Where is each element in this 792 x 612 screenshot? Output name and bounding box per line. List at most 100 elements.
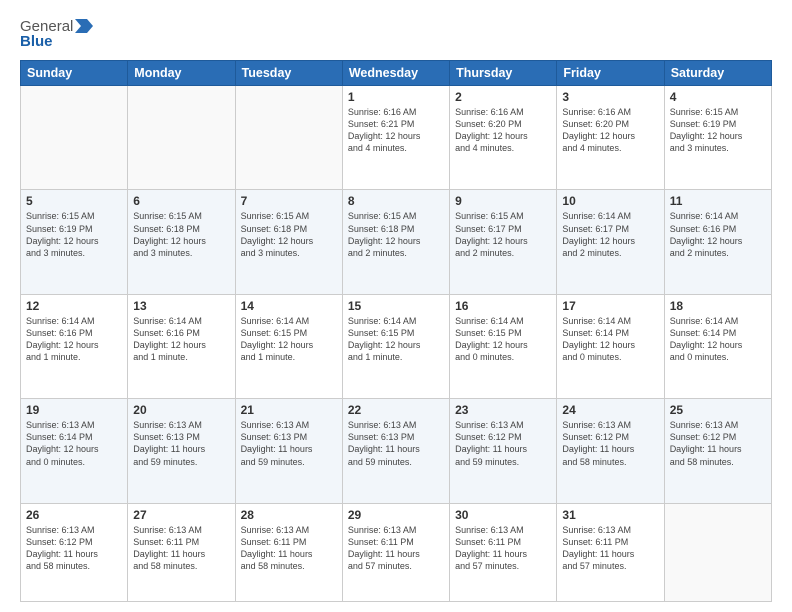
day-number: 5 — [26, 194, 122, 208]
day-number: 23 — [455, 403, 551, 417]
logo: General Blue — [20, 18, 93, 50]
header-saturday: Saturday — [664, 61, 771, 86]
day-info: Sunrise: 6:14 AM Sunset: 6:16 PM Dayligh… — [26, 315, 122, 364]
day-info: Sunrise: 6:14 AM Sunset: 6:15 PM Dayligh… — [455, 315, 551, 364]
day-number: 16 — [455, 299, 551, 313]
day-info: Sunrise: 6:13 AM Sunset: 6:11 PM Dayligh… — [562, 524, 658, 573]
day-info: Sunrise: 6:15 AM Sunset: 6:18 PM Dayligh… — [133, 210, 229, 259]
day-number: 9 — [455, 194, 551, 208]
day-number: 24 — [562, 403, 658, 417]
cell-w5-d5: 30Sunrise: 6:13 AM Sunset: 6:11 PM Dayli… — [450, 503, 557, 602]
cell-w2-d3: 7Sunrise: 6:15 AM Sunset: 6:18 PM Daylig… — [235, 190, 342, 294]
cell-w2-d4: 8 Sunrise: 6:15 AM Sunset: 6:18 PM Daylig… — [342, 190, 449, 294]
day-number: 2 — [455, 90, 551, 104]
cell-w1-d3 — [235, 86, 342, 190]
day-number: 15 — [348, 299, 444, 313]
day-info: Sunrise: 6:14 AM Sunset: 6:17 PM Dayligh… — [562, 210, 658, 259]
day-info: Sunrise: 6:13 AM Sunset: 6:12 PM Dayligh… — [455, 419, 551, 468]
cell-w3-d6: 17 Sunrise: 6:14 AM Sunset: 6:14 PM Dayli… — [557, 294, 664, 398]
logo-blue-text: Blue — [20, 33, 53, 50]
logo-arrow-icon — [75, 17, 93, 35]
day-number: 12 — [26, 299, 122, 313]
day-info: Sunrise: 6:14 AM Sunset: 6:14 PM Dayligh… — [562, 315, 658, 364]
calendar-table: SundayMondayTuesdayWednesdayThursdayFrid… — [20, 60, 772, 602]
day-number: 19 — [26, 403, 122, 417]
cell-w1-d2 — [128, 86, 235, 190]
day-info: Sunrise: 6:13 AM Sunset: 6:12 PM Dayligh… — [26, 524, 122, 573]
day-info: Sunrise: 6:14 AM Sunset: 6:15 PM Dayligh… — [348, 315, 444, 364]
day-info: Sunrise: 6:13 AM Sunset: 6:13 PM Dayligh… — [241, 419, 337, 468]
cell-w4-d3: 21 Sunrise: 6:13 AM Sunset: 6:13 PM Dayli… — [235, 399, 342, 503]
day-number: 3 — [562, 90, 658, 104]
week-row-3: 12 Sunrise: 6:14 AM Sunset: 6:16 PM Dayli… — [21, 294, 772, 398]
page: General Blue SundayMondayTuesdayWednesda… — [0, 0, 792, 612]
cell-w2-d1: 5 Sunrise: 6:15 AM Sunset: 6:19 PM Daylig… — [21, 190, 128, 294]
day-info: Sunrise: 6:14 AM Sunset: 6:16 PM Dayligh… — [133, 315, 229, 364]
cell-w3-d2: 13 Sunrise: 6:14 AM Sunset: 6:16 PM Dayli… — [128, 294, 235, 398]
cell-w1-d6: 3 Sunrise: 6:16 AM Sunset: 6:20 PM Daylig… — [557, 86, 664, 190]
header-sunday: Sunday — [21, 61, 128, 86]
cell-w5-d7 — [664, 503, 771, 602]
cell-w1-d5: 2 Sunrise: 6:16 AM Sunset: 6:20 PM Daylig… — [450, 86, 557, 190]
cell-w5-d2: 27 Sunrise: 6:13 AM Sunset: 6:11 PM Dayli… — [128, 503, 235, 602]
header-monday: Monday — [128, 61, 235, 86]
cell-w1-d7: 4 Sunrise: 6:15 AM Sunset: 6:19 PM Daylig… — [664, 86, 771, 190]
cell-w4-d1: 19Sunrise: 6:13 AM Sunset: 6:14 PM Dayli… — [21, 399, 128, 503]
header-wednesday: Wednesday — [342, 61, 449, 86]
week-row-5: 26 Sunrise: 6:13 AM Sunset: 6:12 PM Dayli… — [21, 503, 772, 602]
cell-w5-d3: 28Sunrise: 6:13 AM Sunset: 6:11 PM Dayli… — [235, 503, 342, 602]
day-info: Sunrise: 6:15 AM Sunset: 6:19 PM Dayligh… — [670, 106, 766, 155]
cell-w5-d4: 29 Sunrise: 6:13 AM Sunset: 6:11 PM Dayli… — [342, 503, 449, 602]
day-info: Sunrise: 6:15 AM Sunset: 6:19 PM Dayligh… — [26, 210, 122, 259]
week-row-4: 19Sunrise: 6:13 AM Sunset: 6:14 PM Dayli… — [21, 399, 772, 503]
cell-w5-d1: 26 Sunrise: 6:13 AM Sunset: 6:12 PM Dayli… — [21, 503, 128, 602]
day-number: 21 — [241, 403, 337, 417]
cell-w4-d6: 24 Sunrise: 6:13 AM Sunset: 6:12 PM Dayli… — [557, 399, 664, 503]
header-thursday: Thursday — [450, 61, 557, 86]
cell-w4-d2: 20Sunrise: 6:13 AM Sunset: 6:13 PM Dayli… — [128, 399, 235, 503]
day-number: 10 — [562, 194, 658, 208]
day-number: 26 — [26, 508, 122, 522]
day-number: 7 — [241, 194, 337, 208]
cell-w3-d5: 16 Sunrise: 6:14 AM Sunset: 6:15 PM Dayli… — [450, 294, 557, 398]
day-number: 20 — [133, 403, 229, 417]
day-number: 30 — [455, 508, 551, 522]
day-number: 29 — [348, 508, 444, 522]
header-friday: Friday — [557, 61, 664, 86]
day-number: 8 — [348, 194, 444, 208]
cell-w3-d1: 12 Sunrise: 6:14 AM Sunset: 6:16 PM Dayli… — [21, 294, 128, 398]
cell-w5-d6: 31Sunrise: 6:13 AM Sunset: 6:11 PM Dayli… — [557, 503, 664, 602]
day-number: 1 — [348, 90, 444, 104]
week-row-2: 5 Sunrise: 6:15 AM Sunset: 6:19 PM Daylig… — [21, 190, 772, 294]
day-number: 4 — [670, 90, 766, 104]
day-number: 18 — [670, 299, 766, 313]
cell-w4-d4: 22Sunrise: 6:13 AM Sunset: 6:13 PM Dayli… — [342, 399, 449, 503]
day-info: Sunrise: 6:16 AM Sunset: 6:20 PM Dayligh… — [562, 106, 658, 155]
day-info: Sunrise: 6:15 AM Sunset: 6:17 PM Dayligh… — [455, 210, 551, 259]
day-number: 17 — [562, 299, 658, 313]
day-number: 13 — [133, 299, 229, 313]
header: General Blue — [20, 18, 772, 50]
day-info: Sunrise: 6:13 AM Sunset: 6:11 PM Dayligh… — [348, 524, 444, 573]
cell-w1-d4: 1 Sunrise: 6:16 AM Sunset: 6:21 PM Daylig… — [342, 86, 449, 190]
week-row-1: 1 Sunrise: 6:16 AM Sunset: 6:21 PM Daylig… — [21, 86, 772, 190]
day-number: 25 — [670, 403, 766, 417]
day-info: Sunrise: 6:14 AM Sunset: 6:15 PM Dayligh… — [241, 315, 337, 364]
day-info: Sunrise: 6:14 AM Sunset: 6:16 PM Dayligh… — [670, 210, 766, 259]
day-info: Sunrise: 6:13 AM Sunset: 6:11 PM Dayligh… — [133, 524, 229, 573]
cell-w3-d3: 14 Sunrise: 6:14 AM Sunset: 6:15 PM Dayli… — [235, 294, 342, 398]
cell-w1-d1 — [21, 86, 128, 190]
day-number: 27 — [133, 508, 229, 522]
day-info: Sunrise: 6:15 AM Sunset: 6:18 PM Dayligh… — [348, 210, 444, 259]
day-info: Sunrise: 6:13 AM Sunset: 6:12 PM Dayligh… — [562, 419, 658, 468]
day-number: 6 — [133, 194, 229, 208]
day-info: Sunrise: 6:16 AM Sunset: 6:21 PM Dayligh… — [348, 106, 444, 155]
header-tuesday: Tuesday — [235, 61, 342, 86]
day-info: Sunrise: 6:13 AM Sunset: 6:13 PM Dayligh… — [348, 419, 444, 468]
day-info: Sunrise: 6:14 AM Sunset: 6:14 PM Dayligh… — [670, 315, 766, 364]
cell-w2-d6: 10 Sunrise: 6:14 AM Sunset: 6:17 PM Dayli… — [557, 190, 664, 294]
calendar-header-row: SundayMondayTuesdayWednesdayThursdayFrid… — [21, 61, 772, 86]
day-number: 28 — [241, 508, 337, 522]
day-info: Sunrise: 6:16 AM Sunset: 6:20 PM Dayligh… — [455, 106, 551, 155]
day-number: 14 — [241, 299, 337, 313]
